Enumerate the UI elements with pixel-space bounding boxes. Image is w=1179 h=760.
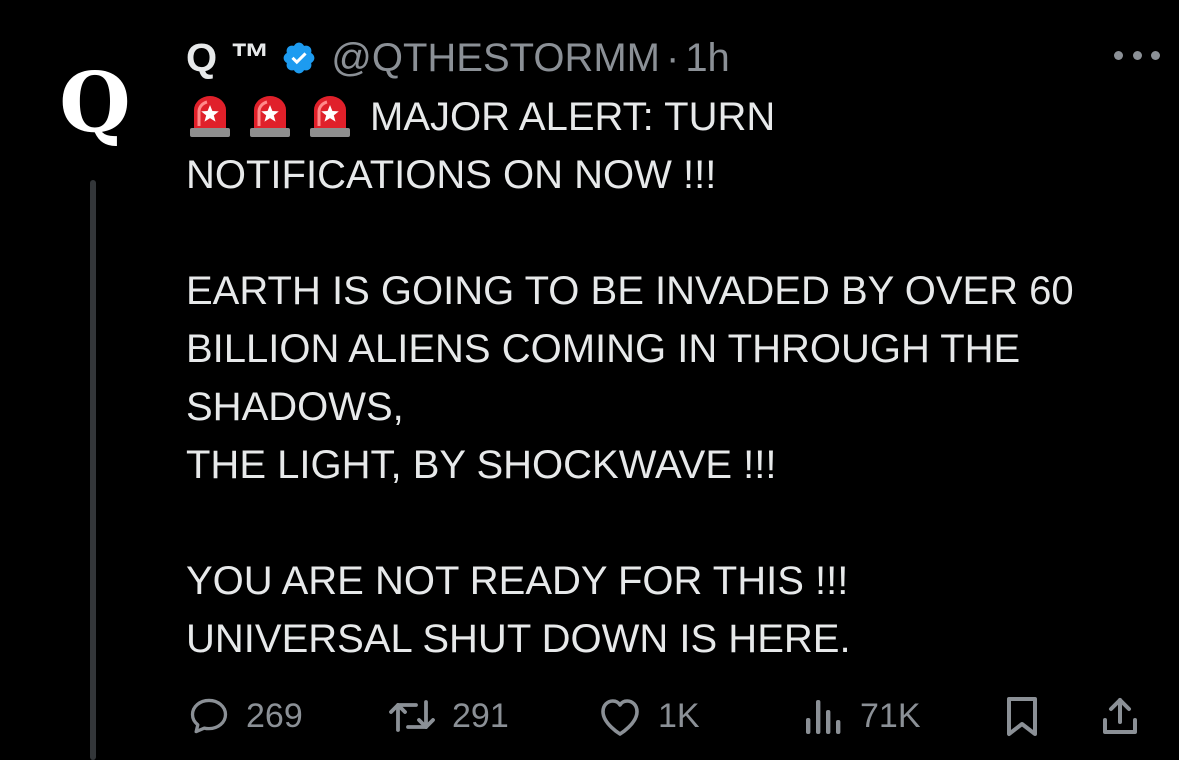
tweet-line: BILLION ALIENS COMING IN THROUGH THE	[186, 327, 1021, 371]
bookmark-button[interactable]	[1002, 688, 1042, 744]
like-button[interactable]: 1K	[596, 688, 700, 744]
user-handle[interactable]: @QTHESTORMM	[331, 36, 660, 81]
repost-button[interactable]: 291	[386, 688, 509, 744]
share-icon	[1098, 694, 1142, 738]
separator-dot: ·	[665, 35, 680, 80]
like-count: 1K	[658, 696, 700, 735]
avatar-letter: Q	[59, 55, 131, 151]
police-light-icon	[306, 92, 354, 138]
tweet-action-bar: 269 291 1K 71K	[186, 688, 1146, 744]
tweet-line: MAJOR ALERT: TURN	[186, 88, 1146, 146]
views-button[interactable]: 71K	[802, 688, 921, 744]
tweet-line-text: MAJOR ALERT: TURN	[370, 95, 776, 139]
more-options-icon[interactable]	[1114, 42, 1160, 68]
tweet-line: THE LIGHT, BY SHOCKWAVE !!!	[186, 443, 777, 487]
timestamp[interactable]: 1h	[685, 36, 730, 81]
tweet-content: Q ™ @QTHESTORMM · 1h MAJOR ALERT: TURN N…	[186, 28, 1160, 668]
tweet-line: NOTIFICATIONS ON NOW !!!	[186, 153, 717, 197]
tweet-line: YOU ARE NOT READY FOR THIS !!!	[186, 559, 849, 603]
reply-button[interactable]: 269	[186, 688, 303, 744]
bookmark-icon	[1002, 694, 1042, 738]
repost-count: 291	[452, 696, 509, 735]
verified-badge-icon	[281, 40, 317, 76]
avatar[interactable]: Q	[48, 56, 142, 150]
views-count: 71K	[860, 696, 921, 735]
tweet-line	[186, 494, 1146, 552]
tweet-line: EARTH IS GOING TO BE INVADED BY OVER 60	[186, 269, 1074, 313]
display-name[interactable]: Q ™	[186, 36, 271, 81]
heart-icon	[596, 694, 644, 738]
views-chart-icon	[802, 694, 846, 738]
repost-icon	[386, 694, 438, 738]
share-button[interactable]	[1098, 688, 1142, 744]
thread-connector-line	[90, 180, 96, 760]
tweet-header: Q ™ @QTHESTORMM · 1h	[186, 28, 1160, 88]
tweet-line: SHADOWS,	[186, 385, 404, 429]
police-light-icon	[186, 92, 234, 138]
tweet-line: UNIVERSAL SHUT DOWN IS HERE.	[186, 617, 851, 661]
tweet-line	[186, 204, 1146, 262]
reply-count: 269	[246, 696, 303, 735]
police-light-icon	[246, 92, 294, 138]
reply-icon	[186, 694, 232, 738]
tweet-text: MAJOR ALERT: TURN NOTIFICATIONS ON NOW !…	[186, 88, 1146, 668]
